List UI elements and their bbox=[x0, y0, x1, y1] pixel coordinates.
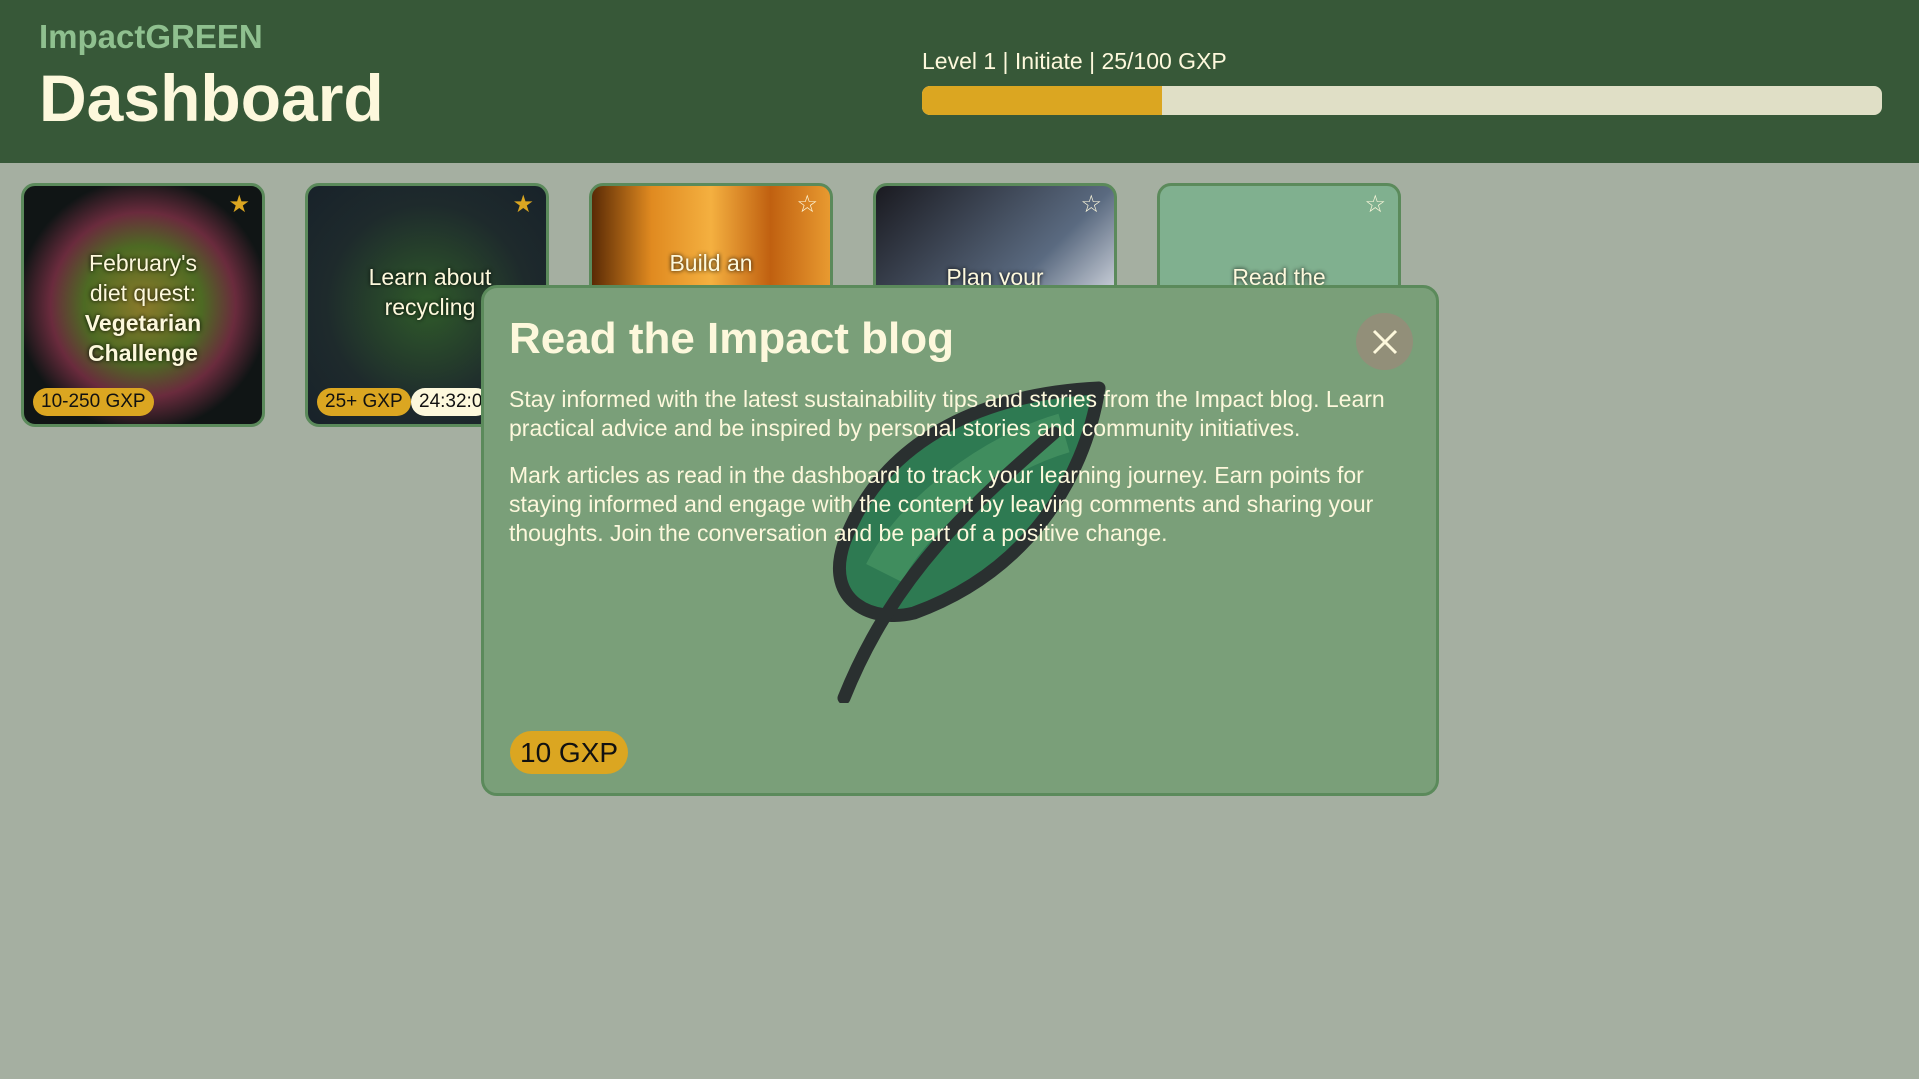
xp-progress-bar bbox=[922, 86, 1882, 115]
card-title-line: diet quest: bbox=[89, 280, 197, 306]
card-title: Build an bbox=[669, 250, 753, 276]
star-outline-icon[interactable]: ☆ bbox=[796, 190, 818, 219]
gxp-badge: 25+ GXP bbox=[317, 388, 411, 416]
star-outline-icon[interactable]: ☆ bbox=[1364, 190, 1386, 219]
page-title: Dashboard bbox=[39, 61, 384, 135]
close-button[interactable] bbox=[1356, 313, 1413, 370]
brand-name: ImpactGREEN bbox=[39, 18, 263, 55]
gxp-badge: 10-250 GXP bbox=[33, 388, 154, 416]
card-title-line: Vegetarian bbox=[84, 310, 202, 336]
timer-badge: 24:32:0 bbox=[411, 388, 491, 416]
xp-progress-fill bbox=[922, 86, 1162, 115]
modal-description: Mark articles as read in the dashboard t… bbox=[509, 462, 1374, 546]
gxp-badge: 10 GXP bbox=[510, 731, 629, 774]
card-title-line: February's bbox=[89, 250, 197, 276]
modal-title: Read the Impact blog bbox=[509, 314, 954, 363]
star-outline-icon[interactable]: ☆ bbox=[1080, 190, 1102, 219]
card-title-line: Challenge bbox=[88, 340, 198, 366]
modal-description: Stay informed with the latest sustainabi… bbox=[509, 386, 1385, 441]
close-icon[interactable] bbox=[1372, 329, 1398, 355]
quest-detail-modal: Read the Impact blog Stay informed with … bbox=[481, 285, 1439, 796]
header: ImpactGREEN Dashboard Level 1 | Initiate… bbox=[0, 0, 1919, 163]
quest-card-vegetarian[interactable]: ★ February's diet quest: Vegetarian Chal… bbox=[21, 183, 265, 427]
level-text: Level 1 | Initiate | 25/100 GXP bbox=[922, 48, 1227, 74]
star-filled-icon[interactable]: ★ bbox=[228, 190, 250, 219]
star-filled-icon[interactable]: ★ bbox=[512, 190, 534, 219]
